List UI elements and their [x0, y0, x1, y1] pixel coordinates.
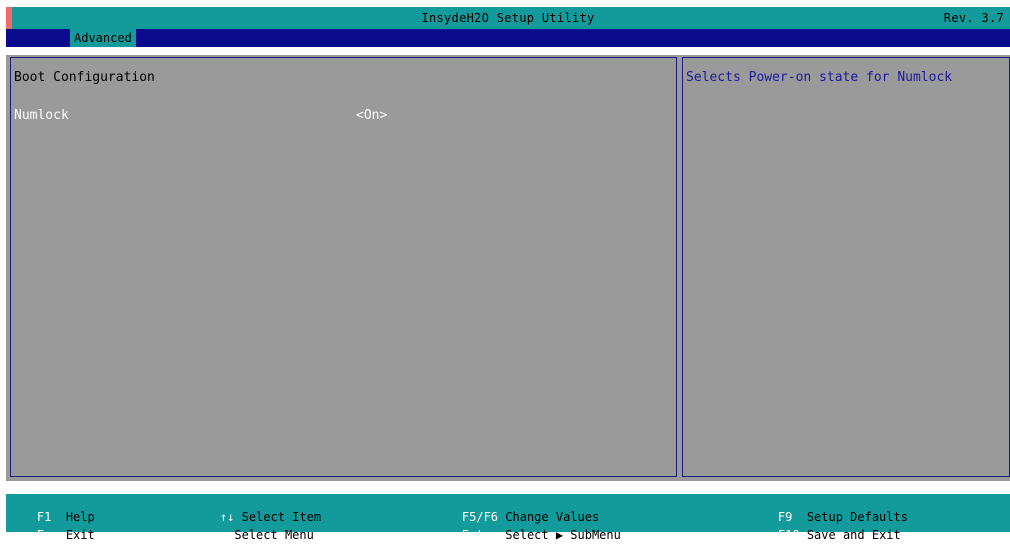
- key-esc: Esc: [36, 528, 59, 542]
- menu-bar: Advanced: [6, 29, 1010, 47]
- key-f10: F10: [777, 528, 800, 542]
- numlock-value[interactable]: <On>: [356, 108, 387, 123]
- action-submenu: Select ▶ SubMenu: [505, 528, 621, 542]
- key-legend-bar: F1 Help ↑↓ Select Item F5/F6 Change Valu…: [6, 494, 1010, 542]
- status-marker-icon: [6, 7, 12, 29]
- revision-label: Rev. 3.7: [943, 11, 1004, 25]
- main-area: Boot Configuration Numlock <On> Selects …: [6, 55, 1010, 481]
- legend-save-exit: F10 Save and Exit: [749, 514, 901, 556]
- action-select-menu: Select Menu: [234, 528, 314, 542]
- app-title: InsydeH2O Setup Utility: [421, 11, 595, 25]
- title-bar: InsydeH2O Setup Utility Rev. 3.7: [6, 7, 1010, 29]
- settings-panel: Boot Configuration Numlock <On>: [10, 57, 677, 477]
- legend-exit: Esc Exit: [8, 514, 95, 556]
- action-exit: Exit: [65, 528, 95, 542]
- action-save-exit: Save and Exit: [806, 528, 901, 542]
- tab-advanced[interactable]: Advanced: [70, 29, 136, 47]
- section-title: Boot Configuration: [14, 70, 155, 85]
- legend-submenu: Enter Select ▶ SubMenu: [433, 514, 621, 556]
- help-text: Selects Power-on state for Numlock: [686, 70, 953, 85]
- legend-select-menu: ↔ Select Menu: [191, 514, 314, 556]
- help-panel: Selects Power-on state for Numlock: [682, 57, 1010, 477]
- key-enter: Enter: [461, 528, 499, 542]
- numlock-option[interactable]: Numlock: [14, 108, 69, 123]
- key-left-right: ↔: [219, 528, 228, 542]
